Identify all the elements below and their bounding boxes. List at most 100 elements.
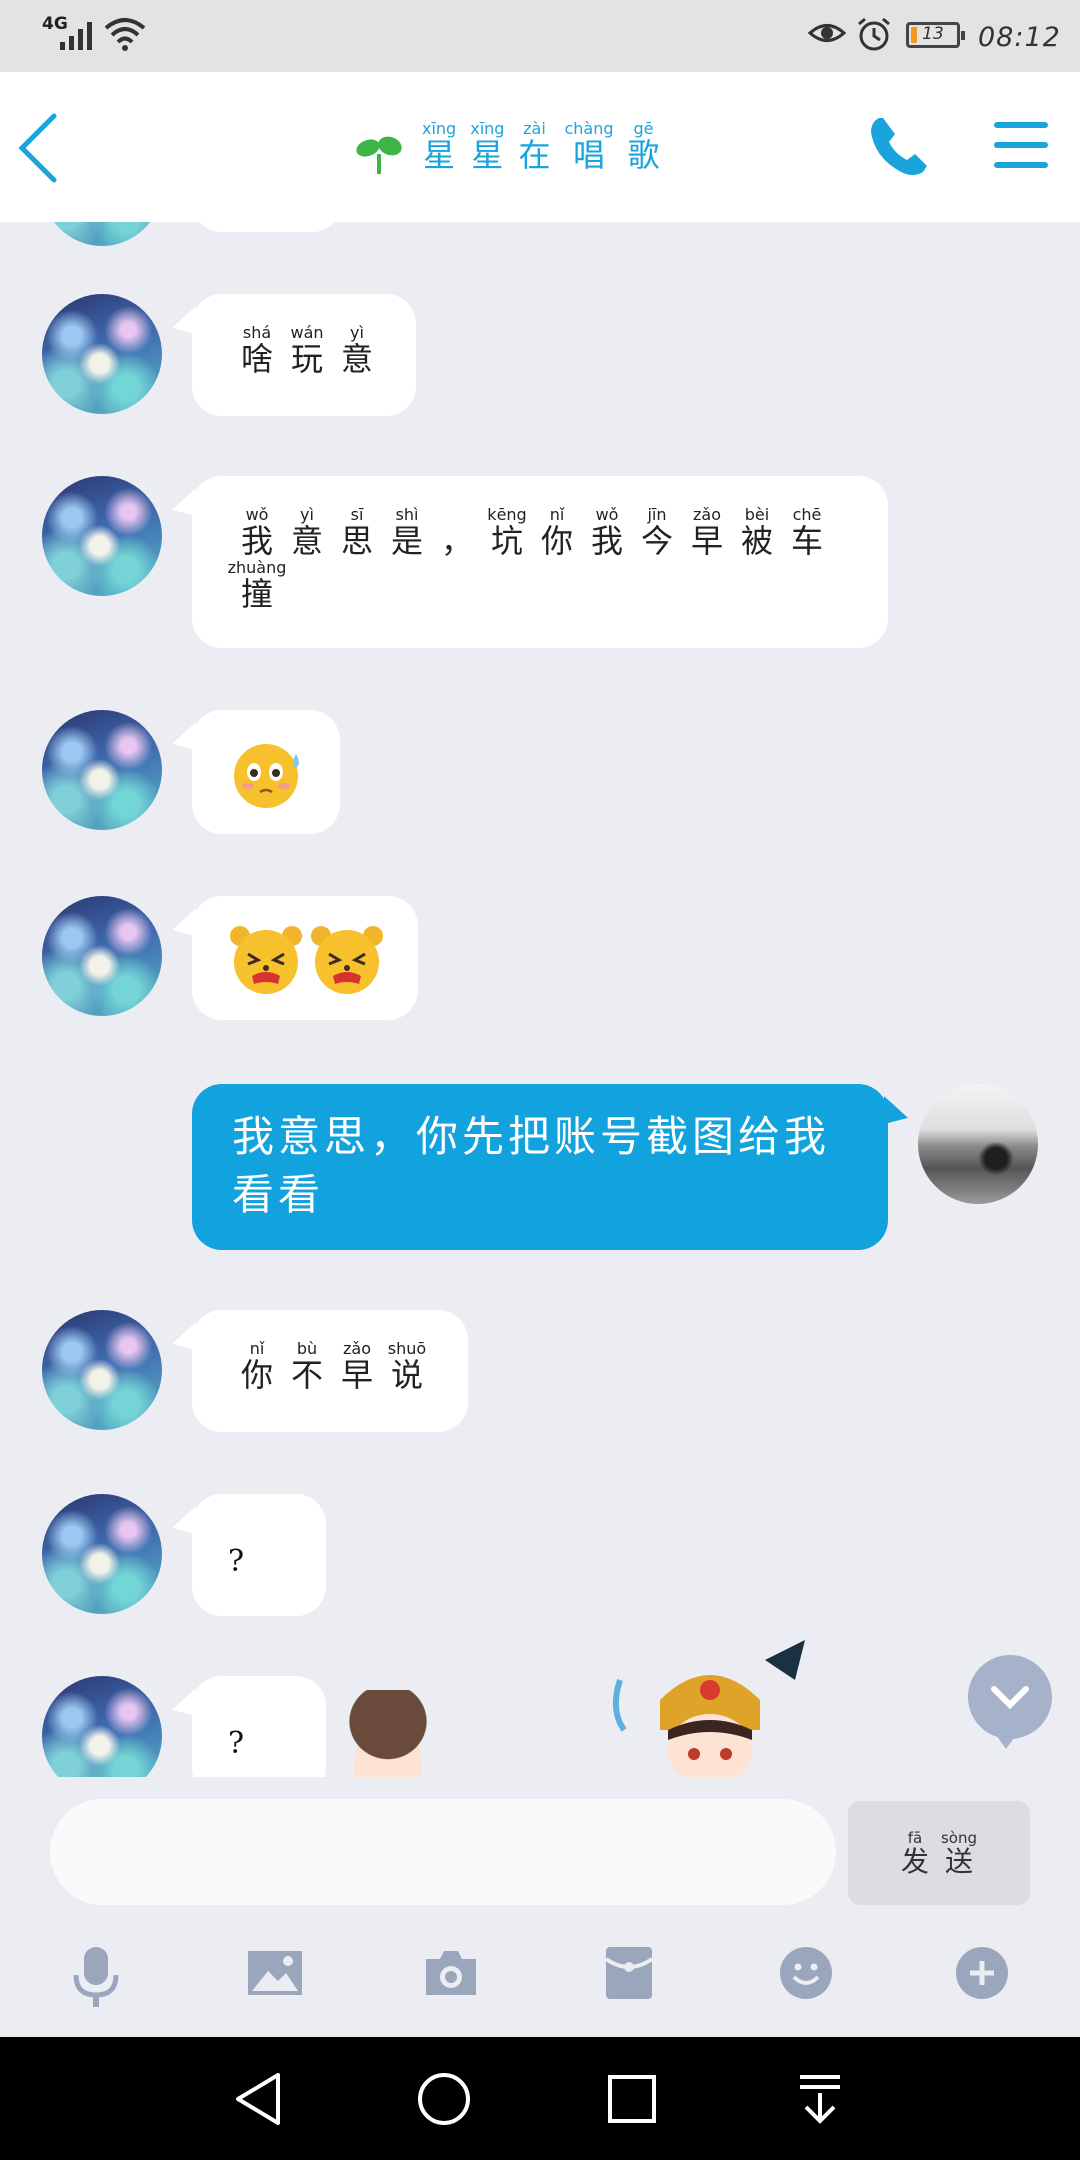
red-packet-icon[interactable] bbox=[604, 1945, 654, 2001]
ruby-char: gē 歌 bbox=[628, 120, 660, 173]
ruby-char: ， bbox=[432, 506, 482, 559]
hanzi: 玩 bbox=[290, 340, 323, 378]
ruby-char: wǒ 我 bbox=[232, 506, 282, 559]
ruby-char: shá 啥 bbox=[232, 324, 282, 377]
hanzi: 说 bbox=[390, 1356, 423, 1394]
ruby-char: chē 车 bbox=[782, 506, 832, 559]
crying-bear-emoji bbox=[311, 926, 384, 994]
signal-icon bbox=[60, 22, 92, 50]
hanzi: 是 bbox=[390, 522, 423, 560]
hanzi: 星 bbox=[471, 136, 504, 175]
boy-sticker bbox=[328, 1690, 448, 1780]
chevron-down-icon bbox=[991, 1686, 1029, 1710]
microphone-icon[interactable] bbox=[68, 1945, 124, 2009]
crying-bear-emoji bbox=[230, 926, 302, 994]
input-bar: fā 发 sòng 送 bbox=[0, 1777, 1080, 2037]
hanzi: 撞 bbox=[240, 575, 273, 614]
contact-avatar[interactable] bbox=[42, 1310, 162, 1430]
message-bubble[interactable]: ? bbox=[192, 1676, 326, 1777]
back-nav-icon[interactable] bbox=[232, 2071, 284, 2127]
hanzi: 思 bbox=[340, 522, 373, 560]
sprout-icon bbox=[356, 136, 402, 174]
message-text: wǒ 我 yì 意 sī 思 shì 是 ， kēng 坑 nǐ 你 wǒ 我 jīn 今 zǎo 早 bèi 被 ch… bbox=[228, 506, 872, 614]
ruby-char: zhuàng 撞 bbox=[228, 559, 287, 614]
contact-avatar[interactable] bbox=[42, 710, 162, 830]
emoji-icon[interactable] bbox=[778, 1945, 834, 2001]
hanzi: 歌 bbox=[627, 136, 660, 175]
ruby-char: yì 意 bbox=[332, 324, 382, 377]
hanzi: 星 bbox=[423, 136, 456, 175]
phone-icon[interactable] bbox=[865, 114, 933, 182]
ruby-char: yì 意 bbox=[282, 506, 332, 559]
chat-title[interactable]: xīng 星 xīng 星 zài 在 chàng 唱 gē 歌 bbox=[355, 118, 667, 176]
hanzi: ， bbox=[440, 522, 473, 560]
ruby-char: wǒ 我 bbox=[582, 506, 632, 559]
home-nav-icon[interactable] bbox=[416, 2071, 472, 2127]
contact-avatar[interactable] bbox=[42, 1494, 162, 1614]
menu-icon[interactable] bbox=[994, 120, 1050, 170]
message-bubble[interactable]: wǒ 我 yì 意 sī 思 shì 是 ， kēng 坑 nǐ 你 wǒ 我 jīn 今 zǎo 早 bèi 被 ch… bbox=[192, 476, 888, 648]
ruby-char: fā 发 bbox=[901, 1829, 929, 1878]
ruby-char: xīng 星 bbox=[422, 120, 456, 173]
ruby-char: chàng 唱 bbox=[564, 120, 613, 173]
hanzi: 在 bbox=[518, 136, 551, 175]
contact-avatar[interactable] bbox=[42, 896, 162, 1016]
ruby-char: sī 思 bbox=[332, 506, 382, 559]
message-bubble[interactable]: nǐ 你 bù 不 zǎo 早 shuō 说 bbox=[192, 1310, 468, 1432]
plus-icon[interactable] bbox=[954, 1945, 1010, 2001]
hanzi: 意 bbox=[340, 340, 373, 378]
ruby-char: bù 不 bbox=[282, 1340, 332, 1393]
opera-character-sticker bbox=[612, 1640, 805, 1786]
hanzi: 车 bbox=[790, 522, 823, 560]
contact-avatar[interactable] bbox=[42, 476, 162, 596]
ruby-char: bèi 被 bbox=[732, 506, 782, 559]
eye-icon bbox=[808, 24, 846, 42]
ruby-char: zài 在 bbox=[518, 120, 550, 173]
ruby-char: wán 玩 bbox=[282, 324, 332, 377]
hanzi: 坑 bbox=[490, 522, 523, 560]
ruby-char: xīng 星 bbox=[470, 120, 504, 173]
hanzi: 早 bbox=[690, 522, 723, 560]
system-nav-bar bbox=[0, 2037, 1080, 2160]
send-button[interactable]: fā 发 sòng 送 bbox=[848, 1801, 1030, 1905]
image-icon[interactable] bbox=[246, 1945, 304, 2001]
message-text: nǐ 你 bù 不 zǎo 早 shuō 说 bbox=[232, 1340, 468, 1393]
ruby-char: shì 是 bbox=[382, 506, 432, 559]
ruby-char: nǐ 你 bbox=[532, 506, 582, 559]
message-bubble[interactable] bbox=[192, 222, 342, 232]
notification-pull-icon[interactable] bbox=[796, 2071, 844, 2127]
message-bubble[interactable]: shá 啥 wán 玩 yì 意 bbox=[192, 294, 416, 416]
contact-avatar[interactable] bbox=[42, 222, 162, 246]
ruby-char: zǎo 早 bbox=[332, 1340, 382, 1393]
message-list[interactable]: shá 啥 wán 玩 yì 意 wǒ 我 yì 意 sī 思 shì 是 ， kēng 坑 nǐ 你 wǒ 我 jī… bbox=[0, 222, 1080, 1777]
status-bar: 4G 13 08:12 bbox=[0, 0, 1080, 72]
hanzi: 你 bbox=[540, 522, 573, 560]
wifi-icon bbox=[104, 18, 146, 51]
message-text: ? bbox=[228, 1544, 245, 1579]
hanzi: 早 bbox=[340, 1356, 373, 1394]
contact-avatar[interactable] bbox=[42, 1676, 162, 1777]
recents-nav-icon[interactable] bbox=[606, 2071, 658, 2127]
message-text: shá 啥 wán 玩 yì 意 bbox=[232, 324, 416, 377]
hanzi: 今 bbox=[640, 522, 673, 560]
my-avatar[interactable] bbox=[918, 1084, 1038, 1204]
ruby-char: jīn 今 bbox=[632, 506, 682, 559]
chat-header: xīng 星 xīng 星 zài 在 chàng 唱 gē 歌 bbox=[0, 72, 1080, 222]
battery-level: 13 bbox=[922, 24, 944, 44]
message-bubble[interactable]: ? bbox=[192, 1494, 326, 1616]
my-message-bubble[interactable]: 我意思，你先把账号截图给我看看 bbox=[192, 1084, 888, 1250]
hanzi: 送 bbox=[944, 1844, 973, 1878]
contact-avatar[interactable] bbox=[42, 294, 162, 414]
scroll-to-bottom-button[interactable] bbox=[968, 1655, 1052, 1749]
message-input[interactable] bbox=[50, 1799, 836, 1905]
pinyin: sòng bbox=[940, 1828, 978, 1847]
message-bubble[interactable] bbox=[192, 710, 340, 834]
hanzi: 你 bbox=[240, 1356, 273, 1394]
hanzi: 意 bbox=[290, 522, 323, 560]
message-text: 我意思，你先把账号截图给我看看 bbox=[232, 1112, 831, 1219]
hanzi: 我 bbox=[240, 522, 273, 560]
alarm-icon bbox=[858, 17, 890, 51]
camera-icon[interactable] bbox=[422, 1945, 480, 2001]
back-icon[interactable] bbox=[10, 108, 70, 188]
message-bubble[interactable] bbox=[192, 896, 418, 1020]
